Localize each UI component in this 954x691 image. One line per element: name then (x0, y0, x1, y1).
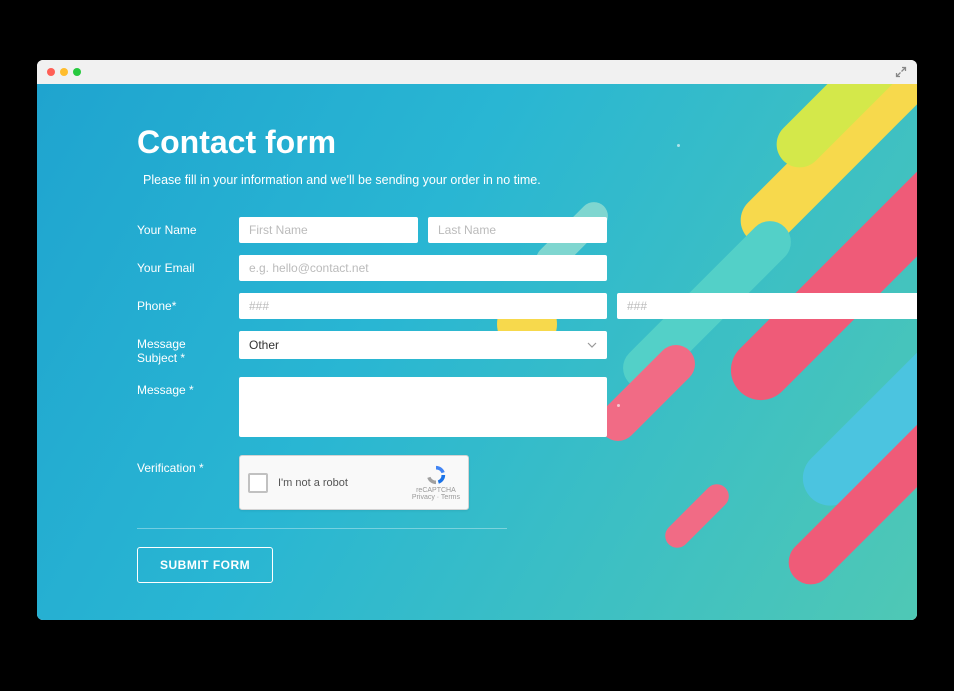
form-divider (137, 528, 507, 529)
subject-select[interactable]: Other (239, 331, 607, 359)
recaptcha-icon (425, 464, 447, 486)
field-row-verification: Verification * I'm not a robot reCAPTCHA (137, 455, 607, 510)
recaptcha-checkbox[interactable] (248, 473, 268, 493)
subject-label: Message Subject * (137, 331, 229, 365)
chevron-down-icon (587, 340, 597, 351)
field-row-name: Your Name (137, 217, 607, 243)
recaptcha-widget[interactable]: I'm not a robot reCAPTCHA Privacy · Term… (239, 455, 469, 510)
name-label: Your Name (137, 217, 229, 237)
browser-window: Contact form Please fill in your informa… (37, 60, 917, 620)
subject-selected-value: Other (249, 338, 279, 352)
phone-area-input[interactable] (239, 293, 607, 319)
message-label: Message * (137, 377, 229, 397)
window-controls (47, 68, 81, 76)
minimize-window-icon[interactable] (60, 68, 68, 76)
page-title: Contact form (137, 124, 607, 161)
field-row-phone: Phone* (137, 293, 607, 319)
expand-icon[interactable] (895, 66, 907, 78)
phone-prefix-input[interactable] (617, 293, 917, 319)
contact-form: Contact form Please fill in your informa… (137, 124, 607, 583)
field-row-email: Your Email (137, 255, 607, 281)
recaptcha-badge: reCAPTCHA Privacy · Terms (412, 464, 460, 501)
phone-label: Phone* (137, 293, 229, 313)
page-viewport: Contact form Please fill in your informa… (37, 84, 917, 620)
maximize-window-icon[interactable] (73, 68, 81, 76)
email-label: Your Email (137, 255, 229, 275)
email-input[interactable] (239, 255, 607, 281)
recaptcha-text: I'm not a robot (278, 477, 402, 489)
verification-label: Verification * (137, 455, 229, 475)
window-titlebar (37, 60, 917, 84)
message-textarea[interactable] (239, 377, 607, 437)
close-window-icon[interactable] (47, 68, 55, 76)
page-subtitle: Please fill in your information and we'l… (137, 173, 607, 187)
last-name-input[interactable] (428, 217, 607, 243)
submit-button[interactable]: SUBMIT FORM (137, 547, 273, 583)
field-row-subject: Message Subject * Other (137, 331, 607, 365)
first-name-input[interactable] (239, 217, 418, 243)
field-row-message: Message * (137, 377, 607, 437)
